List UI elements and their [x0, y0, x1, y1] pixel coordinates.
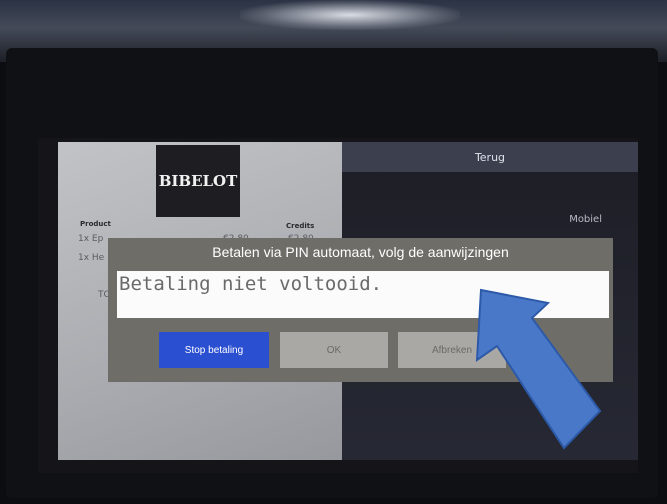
brand-logo: BIBELOT — [156, 145, 240, 217]
dialog-title: Betalen via PIN automaat, volg de aanwij… — [212, 244, 509, 260]
product-header: Product — [80, 220, 111, 228]
cancel-button[interactable]: Afbreken — [398, 332, 506, 368]
ok-button[interactable]: OK — [280, 332, 388, 368]
payment-dialog: Betalen via PIN automaat, volg de aanwij… — [108, 238, 613, 382]
status-message-box: Betaling niet voltooid. — [117, 271, 609, 318]
status-message: Betaling niet voltooid. — [119, 273, 383, 295]
stop-payment-button[interactable]: Stop betaling — [159, 332, 269, 368]
mobile-payment-option[interactable]: Mobiel — [569, 214, 602, 225]
order-line-2[interactable]: 1x He — [78, 253, 104, 263]
credits-header: Credits — [286, 222, 315, 230]
order-line-1[interactable]: 1x Ep — [78, 234, 103, 244]
back-button[interactable]: Terug — [342, 142, 638, 172]
ceiling-glare — [240, 0, 460, 30]
